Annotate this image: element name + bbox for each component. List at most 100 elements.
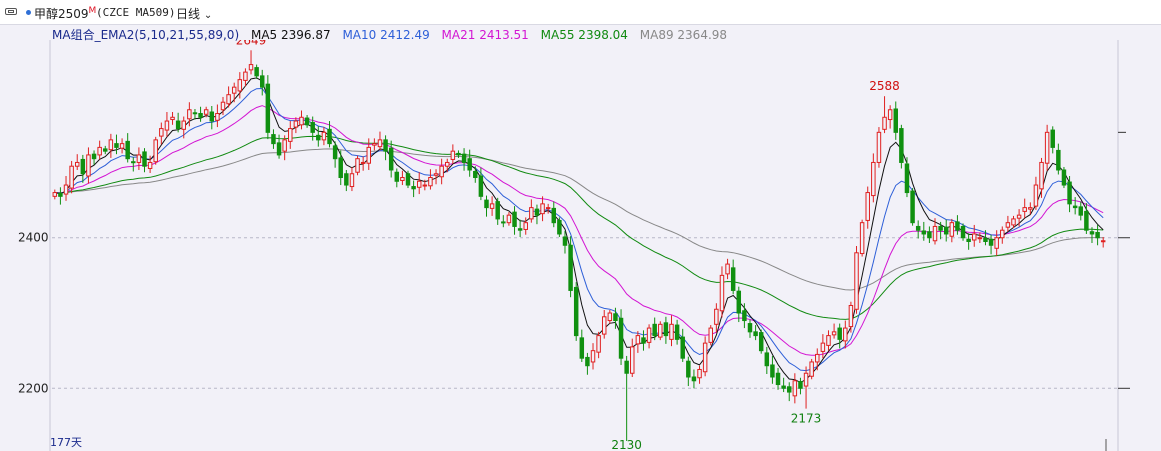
candle-body	[1067, 181, 1072, 205]
candle-body	[1056, 149, 1061, 171]
candle-body	[826, 335, 831, 346]
candle-body	[310, 122, 315, 133]
candle-body	[607, 312, 613, 322]
candle-body	[164, 120, 170, 131]
period-selector[interactable]: 日线 ⌄	[176, 5, 212, 22]
candle-body	[848, 304, 854, 328]
candle-body	[1072, 205, 1078, 209]
candle-body	[114, 143, 119, 148]
candle-body	[445, 161, 450, 167]
candle-body	[803, 372, 809, 387]
candle-body	[529, 207, 534, 220]
candle-body	[506, 214, 512, 224]
chevron-down-icon: ⌄	[203, 10, 213, 21]
candle-body	[1044, 131, 1050, 164]
candle-body	[966, 238, 971, 243]
candle-body	[871, 161, 876, 197]
candle-body	[265, 83, 271, 133]
candle-body	[714, 308, 719, 325]
candle-body	[63, 184, 69, 195]
candle-body	[97, 146, 102, 156]
candle-body	[876, 131, 882, 163]
candle-body	[1028, 207, 1033, 210]
candle-body	[669, 323, 674, 340]
candle-body	[484, 199, 489, 209]
candle-body	[630, 346, 635, 374]
candle-body	[153, 139, 158, 163]
candle-body	[691, 376, 697, 382]
candle-body	[658, 323, 663, 338]
candle-body	[742, 310, 747, 322]
candle-body	[332, 145, 338, 160]
candle-body	[349, 173, 355, 188]
candle-body	[119, 143, 125, 149]
candle-body	[1022, 207, 1027, 212]
candle-body	[372, 143, 377, 146]
candle-body	[299, 116, 304, 126]
candle-body	[792, 380, 798, 397]
candle-body	[74, 161, 80, 167]
candle-body	[960, 225, 966, 239]
candle-body	[955, 221, 960, 231]
candle-body	[899, 128, 904, 163]
candle-body	[568, 244, 573, 291]
window-icon[interactable]	[5, 8, 17, 15]
candle-body	[680, 336, 685, 359]
ma-legend: MA组合_EMA2(5,10,21,55,89,0) MA5 2396.87 M…	[52, 26, 735, 42]
candle-body	[288, 128, 293, 142]
candle-body	[725, 263, 730, 275]
candle-body	[383, 139, 388, 152]
candlestick-chart[interactable]: 2400 2200 2649 2588 2130 2173	[0, 40, 1161, 451]
candle-body	[837, 327, 842, 340]
candle-body	[557, 219, 562, 235]
y-tick-label: 2200	[18, 381, 49, 395]
candle-body	[517, 228, 523, 231]
candle-body	[388, 147, 394, 171]
candle-body	[400, 177, 405, 182]
candle-body	[131, 161, 136, 164]
candle-body	[86, 154, 91, 177]
candle-body	[181, 120, 186, 130]
candle-body	[904, 163, 910, 194]
candle-body	[753, 331, 758, 337]
candle-body	[512, 211, 517, 227]
candle-body	[859, 222, 865, 255]
candle-body	[461, 153, 467, 163]
candle-body	[781, 385, 786, 389]
candle-body	[758, 332, 764, 352]
candle-body	[355, 158, 360, 173]
candle-body	[473, 170, 478, 179]
extreme-label: 2130	[611, 438, 642, 451]
candle-body	[590, 350, 596, 363]
candle-body	[209, 111, 215, 122]
candle-body	[411, 186, 416, 190]
candle-body	[1078, 206, 1084, 216]
candle-body	[977, 237, 983, 240]
candle-body	[198, 113, 203, 118]
candle-body	[921, 230, 927, 235]
candle-body	[405, 173, 411, 186]
candle-body	[523, 222, 528, 230]
candle-body	[147, 161, 153, 169]
candle-body	[344, 173, 349, 186]
period-label: 日线	[176, 7, 201, 21]
candle-body	[416, 180, 422, 188]
extreme-label: 2173	[791, 412, 822, 426]
candle-body	[641, 337, 646, 344]
candle-body	[988, 238, 994, 246]
candle-body	[52, 192, 58, 197]
candle-body	[456, 152, 461, 156]
candle-body	[58, 192, 63, 197]
candle-body	[231, 86, 237, 94]
candle-body	[585, 356, 590, 367]
candle-body	[321, 131, 327, 141]
candle-body	[467, 158, 472, 171]
candle-body	[248, 64, 254, 71]
candle-body	[618, 317, 624, 359]
candle-body	[422, 184, 428, 187]
candle-body	[91, 153, 97, 160]
candle-body	[203, 109, 209, 115]
candle-body	[260, 75, 265, 88]
contract-code: (CZCE MA509)	[96, 6, 176, 19]
candle-body	[798, 381, 803, 389]
